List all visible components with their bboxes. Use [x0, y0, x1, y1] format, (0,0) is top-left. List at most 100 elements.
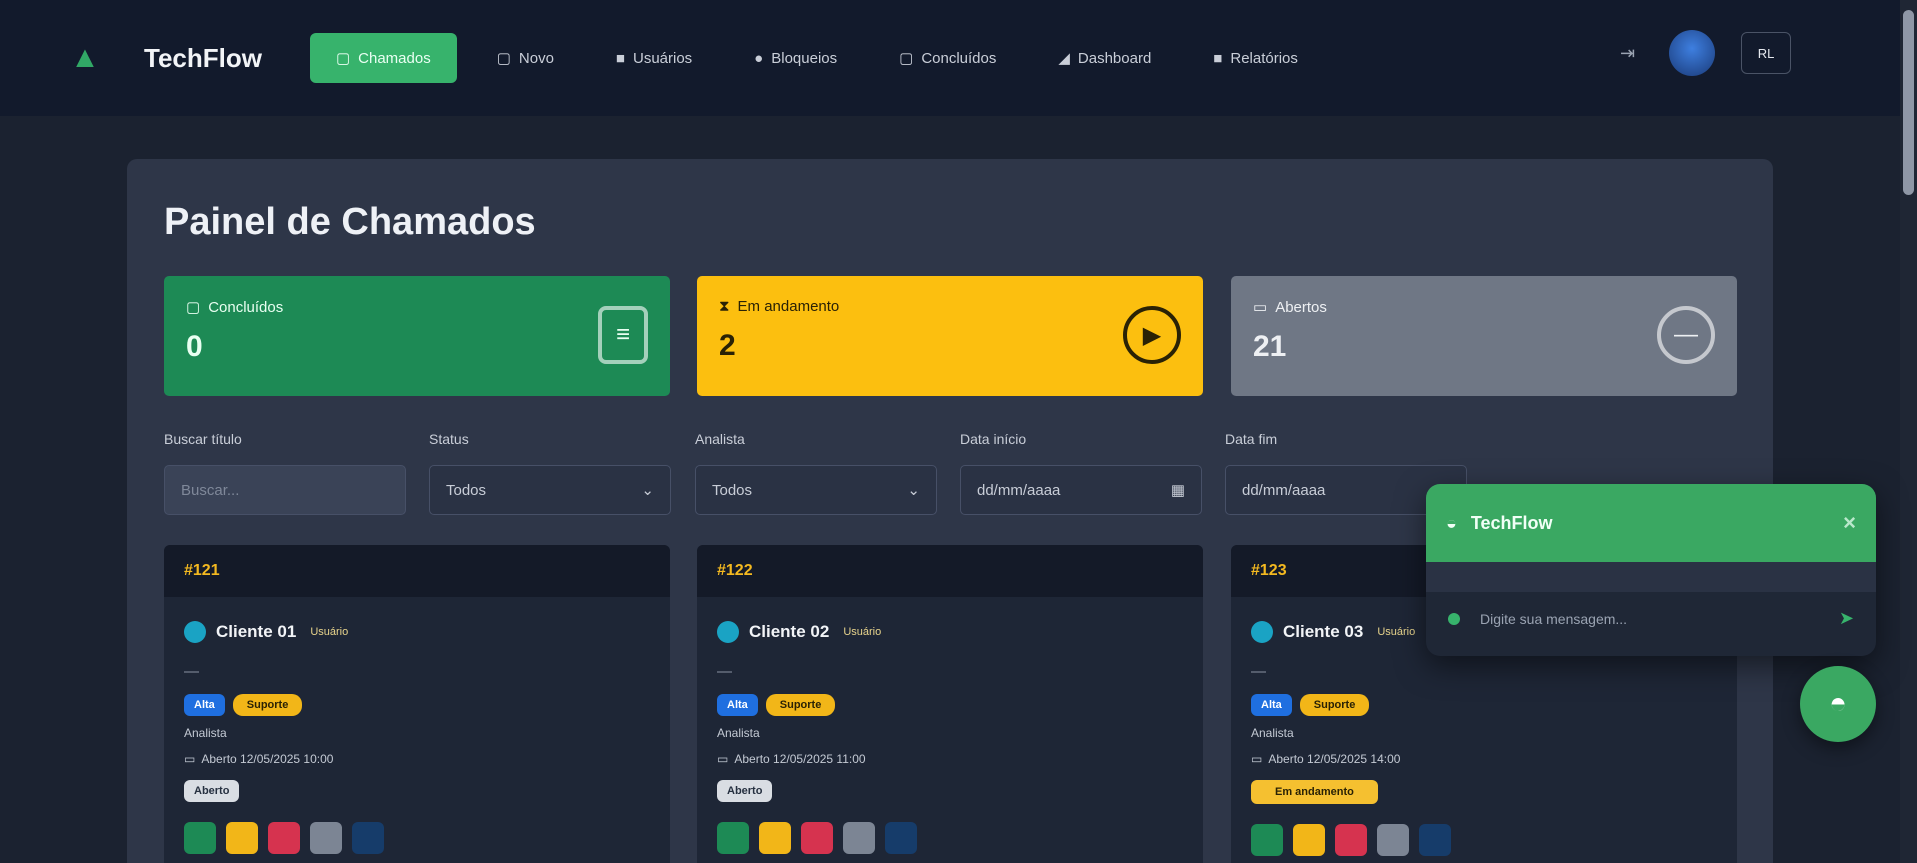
- ticket-icon: ▢: [335, 50, 351, 67]
- action-button[interactable]: [885, 822, 917, 854]
- ticket-date: Aberto 12/05/2025 11:00: [734, 752, 866, 766]
- action-button[interactable]: [310, 822, 342, 854]
- nav-item-relatorios[interactable]: ■ Relatórios: [1191, 33, 1320, 83]
- filter-label-start-date: Data início: [960, 431, 1027, 447]
- ticket-analyst: Analista: [184, 726, 227, 740]
- chat-widget: ◒ TechFlow × Digite sua mensagem... ➤: [1426, 484, 1876, 656]
- type-badge: Suporte: [1299, 694, 1370, 716]
- status-badge: Aberto: [717, 780, 773, 802]
- logo-icon: ▲: [70, 41, 100, 74]
- calendar-icon: ▭: [1251, 752, 1263, 766]
- ticket-card[interactable]: #122 Cliente 02 Usuário — Alta Suporte Ana…: [697, 545, 1203, 863]
- chevron-down-icon: ⌄: [907, 482, 920, 499]
- ticket-analyst: Analista: [717, 726, 760, 740]
- stat-value: 0: [186, 330, 203, 363]
- ticket-description: —: [717, 663, 732, 680]
- logout-icon[interactable]: ⇥: [1620, 43, 1635, 64]
- user-menu-button[interactable]: RL: [1741, 32, 1792, 74]
- priority-badge: Alta: [1251, 694, 1292, 716]
- action-button[interactable]: [1377, 824, 1409, 856]
- stat-card-abertos: ▭ Abertos 21 —: [1231, 276, 1737, 396]
- minus-circle-icon: —: [1657, 306, 1715, 364]
- chat-header: ◒ TechFlow ×: [1426, 484, 1876, 562]
- globe-icon: [717, 621, 739, 643]
- chat-messages: [1426, 562, 1876, 592]
- send-icon[interactable]: ➤: [1839, 608, 1854, 629]
- search-input[interactable]: Buscar...: [164, 465, 406, 515]
- filter-label-status: Status: [429, 431, 469, 447]
- clipboard-icon: ≡: [598, 306, 648, 364]
- robot-icon: ◒: [1446, 512, 1457, 533]
- filter-label-analyst: Analista: [695, 431, 745, 447]
- nav-item-usuarios[interactable]: ■ Usuários: [594, 33, 714, 83]
- ticket-client: Cliente 03: [1283, 622, 1364, 641]
- action-button[interactable]: [843, 822, 875, 854]
- block-icon: ●: [754, 49, 764, 67]
- users-icon: ■: [615, 49, 625, 67]
- type-badge: Suporte: [765, 694, 836, 716]
- play-icon: ▶: [1123, 306, 1181, 364]
- stat-card-concluidos: ▢ Concluídos 0 ≡: [164, 276, 670, 396]
- chart-icon: ◢: [1058, 50, 1070, 67]
- calendar-icon: ▭: [184, 752, 196, 766]
- avatar[interactable]: [1669, 30, 1716, 76]
- status-select[interactable]: Todos ⌄: [429, 465, 671, 515]
- status-badge: Aberto: [184, 780, 240, 802]
- action-button[interactable]: [184, 822, 216, 854]
- status-badge: Em andamento: [1251, 780, 1378, 804]
- folder-icon: ▭: [1253, 299, 1268, 316]
- ticket-description: —: [184, 663, 199, 680]
- stat-value: 21: [1253, 330, 1287, 363]
- globe-icon: [1251, 621, 1273, 643]
- hourglass-icon: ⧗: [719, 298, 730, 315]
- check-icon: ▢: [899, 50, 914, 67]
- action-button[interactable]: [226, 822, 258, 854]
- chat-input[interactable]: Digite sua mensagem...: [1480, 611, 1627, 627]
- nav-item-dashboard[interactable]: ◢ Dashboard: [1036, 33, 1173, 83]
- nav-item-concluidos[interactable]: ▢ Concluídos: [877, 33, 1018, 83]
- action-button[interactable]: [1419, 824, 1451, 856]
- scrollbar-thumb[interactable]: [1903, 10, 1914, 195]
- ticket-id: #122: [697, 545, 1203, 597]
- ticket-tag: Usuário: [843, 626, 882, 638]
- analyst-select[interactable]: Todos ⌄: [695, 465, 937, 515]
- plus-icon: ▢: [496, 50, 511, 67]
- action-button[interactable]: [1251, 824, 1283, 856]
- chat-title: TechFlow: [1470, 512, 1553, 533]
- filter-label-search: Buscar título: [164, 431, 242, 447]
- page-scrollbar[interactable]: [1900, 0, 1917, 863]
- calendar-icon: ▦: [1170, 482, 1185, 499]
- check-icon: ▢: [186, 299, 201, 316]
- start-date-input[interactable]: dd/mm/aaaa ▦: [960, 465, 1202, 515]
- chat-toggle-button[interactable]: ◓: [1800, 666, 1876, 742]
- ticket-id: #121: [164, 545, 670, 597]
- action-button[interactable]: [268, 822, 300, 854]
- ticket-card[interactable]: #121 Cliente 01 Usuário — Alta Suporte Ana…: [164, 545, 670, 863]
- nav-item-novo[interactable]: ▢ Novo: [475, 33, 576, 83]
- ticket-date: Aberto 12/05/2025 14:00: [1268, 752, 1401, 766]
- action-button[interactable]: [352, 822, 384, 854]
- top-navbar: ▲ TechFlow ▢ Chamados ▢ Novo ■ Usuários ● Bl…: [0, 0, 1900, 116]
- report-icon: ■: [1213, 49, 1223, 67]
- action-button[interactable]: [1335, 824, 1367, 856]
- ticket-analyst: Analista: [1251, 726, 1294, 740]
- priority-badge: Alta: [717, 694, 758, 716]
- chevron-down-icon: ⌄: [641, 482, 654, 499]
- filter-label-end-date: Data fim: [1225, 431, 1278, 447]
- brand-name: TechFlow: [144, 42, 262, 73]
- stat-card-andamento: ⧗ Em andamento 2 ▶: [697, 276, 1203, 396]
- close-icon[interactable]: ×: [1843, 510, 1856, 536]
- chat-input-bar[interactable]: Digite sua mensagem... ➤: [1426, 592, 1876, 645]
- action-button[interactable]: [1293, 824, 1325, 856]
- action-button[interactable]: [759, 822, 791, 854]
- ticket-client: Cliente 01: [216, 622, 297, 641]
- status-dot: [1448, 612, 1460, 625]
- calendar-icon: ▭: [717, 752, 729, 766]
- action-button[interactable]: [717, 822, 749, 854]
- stat-value: 2: [719, 329, 736, 362]
- nav-item-chamados[interactable]: ▢ Chamados: [309, 33, 457, 83]
- type-badge: Suporte: [232, 694, 303, 716]
- nav-item-bloqueios[interactable]: ● Bloqueios: [732, 33, 859, 83]
- page-title: Painel de Chamados: [164, 201, 536, 243]
- action-button[interactable]: [801, 822, 833, 854]
